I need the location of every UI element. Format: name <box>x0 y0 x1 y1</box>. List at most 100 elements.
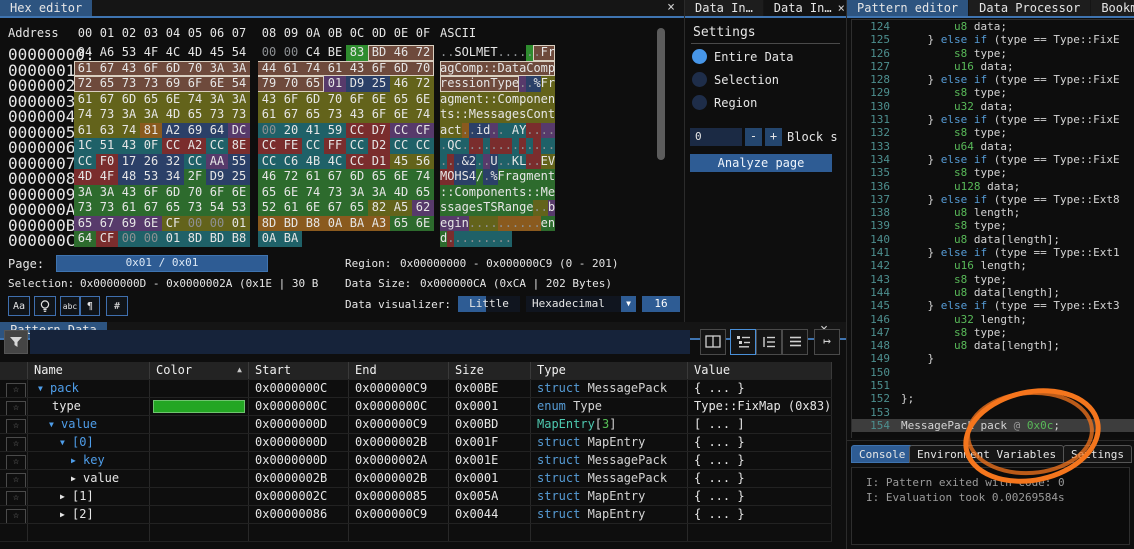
ascii-char[interactable]: : <box>447 185 454 201</box>
hex-byte[interactable]: 6F <box>368 107 390 123</box>
hex-byte[interactable]: 2F <box>184 169 206 185</box>
close-icon[interactable]: × <box>838 1 845 16</box>
ascii-char[interactable]: L <box>519 154 526 170</box>
hex-byte[interactable]: 63 <box>96 123 118 139</box>
hex-byte[interactable]: 3A <box>228 61 250 77</box>
code-line[interactable]: 129 s8 type; <box>852 86 1134 99</box>
ascii-char[interactable]: V <box>548 154 555 170</box>
hex-byte[interactable]: 73 <box>74 200 96 216</box>
hex-byte[interactable]: 53 <box>228 200 250 216</box>
hex-byte[interactable]: FF <box>324 138 346 154</box>
hex-byte[interactable]: CC <box>346 123 368 139</box>
ascii-char[interactable]: . <box>490 138 497 154</box>
pattern-name[interactable]: [1] <box>72 489 94 503</box>
ascii-char[interactable]: . <box>512 216 519 232</box>
hex-byte[interactable]: 74 <box>412 169 434 185</box>
ascii-char[interactable]: n <box>512 200 519 216</box>
ascii-char[interactable]: . <box>462 138 469 154</box>
ascii-char[interactable]: F <box>541 45 548 61</box>
hex-byte[interactable]: 61 <box>280 61 302 77</box>
ascii-char[interactable]: . <box>447 45 454 61</box>
ascii-char[interactable]: & <box>462 154 469 170</box>
hex-byte[interactable]: 3A <box>228 92 250 108</box>
pattern-name[interactable]: pack <box>50 381 79 395</box>
hex-byte[interactable]: 6E <box>390 107 412 123</box>
hex-byte[interactable]: D9 <box>206 169 228 185</box>
hex-scrollbar[interactable] <box>657 28 665 160</box>
ascii-char[interactable]: . <box>469 231 476 247</box>
hex-byte[interactable]: 6D <box>162 61 184 77</box>
hex-byte[interactable]: CC <box>390 123 412 139</box>
ascii-toggle-button[interactable]: Aa <box>8 296 30 316</box>
hex-byte[interactable]: 6F <box>140 185 162 201</box>
page-indicator[interactable]: 0x01 / 0x01 <box>56 255 268 272</box>
hex-byte[interactable]: 6F <box>280 92 302 108</box>
ascii-char[interactable]: M <box>440 169 447 185</box>
ascii-char[interactable]: % <box>533 76 540 92</box>
ascii-char[interactable]: R <box>498 200 505 216</box>
ascii-char[interactable]: o <box>476 76 483 92</box>
hex-byte[interactable]: 6E <box>162 92 184 108</box>
code-line[interactable]: 152}; <box>852 392 1134 405</box>
hex-byte[interactable]: 70 <box>280 76 302 92</box>
hex-byte[interactable]: 67 <box>140 200 162 216</box>
hex-byte[interactable]: 6D <box>346 169 368 185</box>
ascii-char[interactable]: . <box>505 45 512 61</box>
pattern-name[interactable]: [2] <box>72 507 94 521</box>
ascii-char[interactable]: : <box>533 185 540 201</box>
ascii-char[interactable]: . <box>519 216 526 232</box>
ascii-char[interactable]: d <box>483 123 490 139</box>
hex-byte[interactable]: 53 <box>118 45 140 61</box>
hex-byte[interactable]: 43 <box>346 61 368 77</box>
hex-byte[interactable]: 43 <box>118 185 140 201</box>
hex-byte[interactable]: 61 <box>74 92 96 108</box>
ascii-char[interactable]: 4 <box>469 169 476 185</box>
ascii-char[interactable]: m <box>526 169 533 185</box>
ascii-char[interactable]: O <box>462 45 469 61</box>
hex-byte[interactable]: D7 <box>368 123 390 139</box>
collapse-arrow-icon[interactable]: ▼ <box>38 381 50 397</box>
ascii-char[interactable]: o <box>526 92 533 108</box>
ascii-char[interactable]: c <box>447 123 454 139</box>
hex-byte[interactable]: FE <box>280 138 302 154</box>
ascii-char[interactable]: . <box>476 216 483 232</box>
ascii-char[interactable]: . <box>469 138 476 154</box>
ascii-char[interactable]: . <box>440 138 447 154</box>
pattern-name[interactable]: [0] <box>72 435 94 449</box>
hex-byte[interactable]: 65 <box>184 107 206 123</box>
hex-byte[interactable]: 3A <box>118 107 140 123</box>
code-line[interactable]: 134 } else if (type == Type::FixE <box>852 153 1134 166</box>
ascii-char[interactable]: e <box>526 200 533 216</box>
ascii-char[interactable]: M <box>469 107 476 123</box>
hex-byte[interactable]: 6E <box>280 185 302 201</box>
hex-byte[interactable]: 6E <box>206 76 228 92</box>
ascii-char[interactable]: . <box>483 216 490 232</box>
ascii-char[interactable]: . <box>512 45 519 61</box>
hex-byte[interactable]: 67 <box>280 107 302 123</box>
hex-byte[interactable]: 00 <box>140 231 162 247</box>
ascii-char[interactable]: . <box>512 138 519 154</box>
ascii-char[interactable]: . <box>533 123 540 139</box>
hex-byte[interactable]: BD <box>368 45 390 61</box>
hex-byte[interactable]: 69 <box>162 76 184 92</box>
hex-byte[interactable]: CC <box>412 138 434 154</box>
hex-byte[interactable]: 65 <box>390 216 412 232</box>
hex-byte[interactable]: 61 <box>324 61 346 77</box>
ascii-char[interactable]: . <box>498 123 505 139</box>
hex-byte[interactable]: B8 <box>228 231 250 247</box>
hex-byte[interactable]: 6F <box>368 61 390 77</box>
ascii-char[interactable]: a <box>440 123 447 139</box>
star-icon[interactable]: ☆ <box>6 509 26 523</box>
hex-byte[interactable]: 65 <box>258 185 280 201</box>
code-line[interactable]: 133 u64 data; <box>852 140 1134 153</box>
hex-byte[interactable]: 67 <box>96 216 118 232</box>
ascii-char[interactable]: g <box>447 216 454 232</box>
code-line[interactable]: 149 } <box>852 352 1134 365</box>
code-line[interactable]: 130 u32 data; <box>852 100 1134 113</box>
ascii-char[interactable]: . <box>454 154 461 170</box>
hex-byte[interactable]: 73 <box>96 200 118 216</box>
hex-byte[interactable]: 0A <box>324 216 346 232</box>
hex-byte[interactable]: 55 <box>228 154 250 170</box>
ascii-char[interactable]: s <box>454 76 461 92</box>
hex-byte[interactable]: 25 <box>228 169 250 185</box>
